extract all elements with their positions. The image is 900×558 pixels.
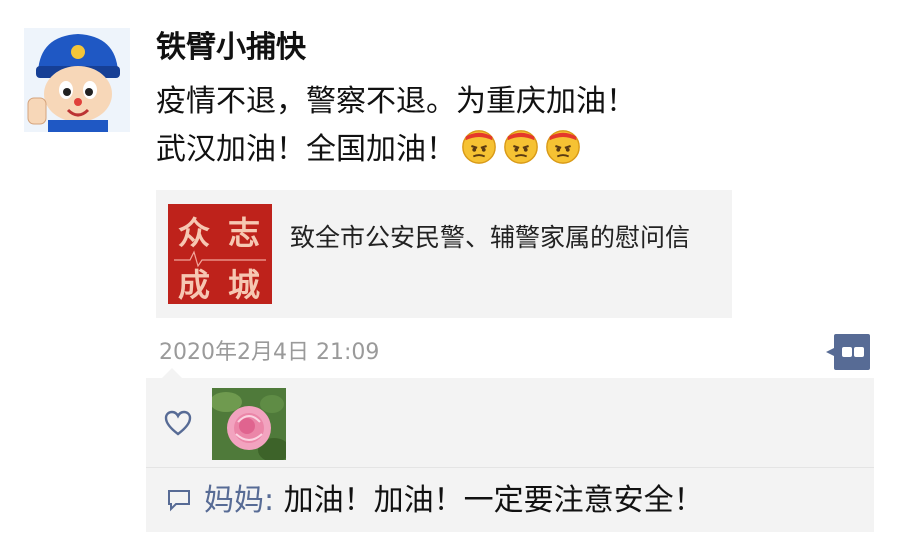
post-text-line-content: 武汉加油！全国加油！ (156, 132, 456, 167)
reactions-panel: 妈妈: 加油！加油！一定要注意安全！ (146, 368, 874, 532)
comment-separator: : (264, 483, 284, 518)
thumbnail-char: 众 (178, 214, 210, 252)
liker-avatar[interactable] (212, 388, 286, 460)
thumbnail-char: 成 (178, 266, 210, 304)
link-title: 致全市公安民警、辅警家属的慰问信 (290, 223, 691, 252)
post-text-line: 疫情不退，警察不退。为重庆加油！ (156, 84, 636, 119)
angry-face-icon (504, 130, 538, 164)
more-actions-button[interactable] (824, 334, 870, 370)
post-text-line: 武汉加油！全国加油！ (156, 126, 876, 174)
author-name[interactable]: 铁臂小捕快 (156, 28, 306, 68)
shared-link-card[interactable]: 众 志 成 城 致全市公安民警、辅警家属的慰问信 (156, 190, 732, 318)
likes-row (146, 378, 874, 468)
angry-face-icon (546, 130, 580, 164)
comment-text: 妈妈: 加油！加油！一定要注意安全！ (204, 480, 704, 522)
heart-icon (164, 410, 192, 436)
reactions-caret (162, 368, 182, 378)
comment-body: 加油！加油！一定要注意安全！ (283, 483, 704, 518)
post-text: 疫情不退，警察不退。为重庆加油！ 武汉加油！全国加油！ (156, 78, 876, 174)
author-avatar[interactable] (24, 28, 130, 132)
angry-face-icon (462, 130, 496, 164)
link-thumbnail: 众 志 成 城 (168, 204, 272, 304)
comment-item[interactable]: 妈妈: 加油！加油！一定要注意安全！ (146, 470, 874, 532)
comment-icon (168, 490, 190, 512)
thumbnail-char: 志 (228, 214, 260, 252)
post-timestamp: 2020年2月4日 21:09 (159, 340, 380, 365)
thumbnail-char: 城 (228, 266, 260, 304)
comment-author[interactable]: 妈妈 (204, 483, 264, 518)
